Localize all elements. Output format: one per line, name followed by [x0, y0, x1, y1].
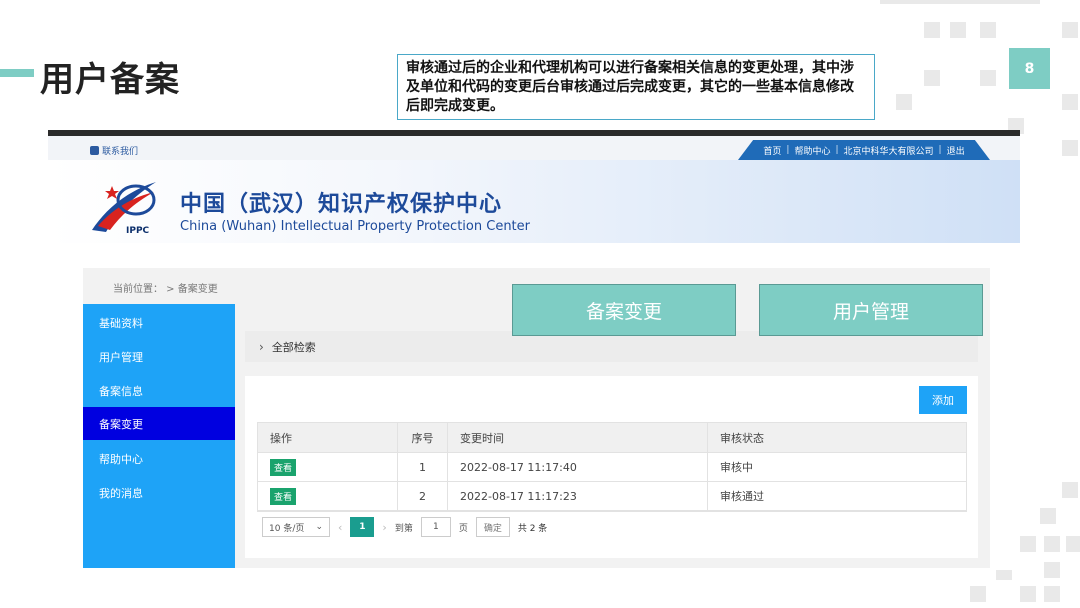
chevron-down-icon: ⌄	[315, 522, 323, 532]
decor-strip	[880, 0, 1040, 4]
sidebar-item-label: 基础资料	[99, 316, 143, 330]
decor-square	[1040, 508, 1056, 524]
sidebar-item-label: 用户管理	[99, 350, 143, 364]
status-cell: 审核通过	[720, 490, 764, 503]
decor-square	[1020, 536, 1036, 552]
note-box: 审核通过后的企业和代理机构可以进行备案相关信息的变更处理，其中涉及单位和代码的变…	[397, 54, 875, 120]
decor-square	[1044, 562, 1060, 578]
time-cell: 2022-08-17 11:17:23	[448, 482, 708, 510]
view-button[interactable]: 查看	[270, 458, 297, 476]
action-cell: 查看	[258, 453, 398, 481]
nav-link-logout[interactable]: 退出	[947, 144, 965, 157]
decor-square	[950, 22, 966, 38]
decor-square	[1020, 586, 1036, 602]
sidebar-item-filing-info[interactable]: 备案信息	[83, 374, 235, 407]
sidebar-item-my-messages[interactable]: 我的消息	[83, 476, 235, 509]
nav-separator: |	[835, 145, 839, 155]
logo-text: IPPC	[126, 226, 150, 236]
contact-link[interactable]: 联系我们	[90, 144, 138, 157]
breadcrumb: 当前位置： > 备案变更	[113, 284, 218, 295]
sidebar-item-help-center[interactable]: 帮助中心	[83, 442, 235, 475]
change-table: 操作 序号 变更时间 审核状态 查看 1 2022-08-17 11:17:40…	[257, 422, 967, 512]
sidebar-item-filing-change[interactable]: 备案变更	[83, 407, 235, 440]
site-title-en: China (Wuhan) Intellectual Property Prot…	[180, 219, 530, 234]
header-change-time: 变更时间	[448, 423, 708, 452]
decor-square	[1062, 482, 1078, 498]
phone-icon	[90, 146, 99, 155]
decor-square	[1044, 536, 1060, 552]
decor-square	[896, 94, 912, 110]
decor-square	[980, 70, 996, 86]
sidebar-item-label: 备案变更	[99, 417, 143, 431]
sidebar-item-basic-info[interactable]: 基础资料	[83, 306, 235, 339]
time-cell: 2022-08-17 11:17:40	[448, 453, 708, 481]
current-page-button[interactable]: 1	[350, 517, 375, 537]
view-button[interactable]: 查看	[270, 487, 297, 505]
sidebar-item-label: 我的消息	[99, 486, 143, 500]
sidebar-item-label: 备案信息	[99, 384, 143, 398]
slide-title: 用户备案	[40, 60, 180, 100]
contact-label: 联系我们	[102, 147, 139, 157]
header-index: 序号	[398, 423, 448, 452]
page-number: 8	[1009, 48, 1050, 89]
title-accent-bar	[0, 69, 34, 77]
header-action: 操作	[258, 423, 398, 452]
chevron-right-icon: ›	[259, 339, 264, 354]
header-review-status: 审核状态	[720, 431, 764, 445]
nav-separator: |	[938, 145, 942, 155]
decor-square	[924, 70, 940, 86]
prev-page-icon[interactable]: ‹	[338, 521, 342, 534]
table-row: 查看 1 2022-08-17 11:17:40 审核中	[258, 453, 966, 482]
table-header-row: 操作 序号 变更时间 审核状态	[258, 423, 966, 453]
header-nav-links: 首页 | 帮助中心 | 北京中科华大有限公司 | 退出	[738, 140, 990, 160]
sidebar-item-user-management[interactable]: 用户管理	[83, 340, 235, 373]
callout-user-management: 用户管理	[759, 284, 983, 336]
table-row: 查看 2 2022-08-17 11:17:23 审核通过	[258, 482, 966, 511]
decor-square	[980, 22, 996, 38]
callout-filing-change: 备案变更	[512, 284, 736, 336]
ippc-logo-icon	[92, 182, 156, 232]
decor-square	[996, 570, 1012, 580]
page-size-select[interactable]: 10 条/页 ⌄	[262, 517, 330, 537]
page-size-value: 10 条/页	[269, 523, 305, 534]
goto-confirm-button[interactable]: 确定	[475, 517, 510, 537]
goto-label: 到第	[394, 523, 413, 534]
decor-square	[1066, 536, 1080, 552]
decor-square	[1062, 140, 1078, 156]
decor-square	[1044, 586, 1060, 602]
nav-link-home[interactable]: 首页	[763, 144, 781, 157]
next-page-icon[interactable]: ›	[382, 521, 386, 534]
decor-square	[1062, 22, 1078, 38]
total-count: 共 2 条	[517, 523, 548, 534]
slide: 用户备案 审核通过后的企业和代理机构可以进行备案相关信息的变更处理，其中涉及单位…	[0, 0, 1080, 608]
decor-square	[1062, 94, 1078, 110]
nav-separator: |	[786, 145, 790, 155]
add-button[interactable]: 添加	[919, 386, 967, 414]
nav-link-company[interactable]: 北京中科华大有限公司	[844, 144, 934, 157]
nav-link-help[interactable]: 帮助中心	[794, 144, 830, 157]
page-unit-label: 页	[458, 523, 468, 534]
goto-page-input[interactable]: 1	[420, 517, 451, 537]
sidebar-item-label: 帮助中心	[99, 452, 143, 466]
search-label: 全部检索	[271, 340, 316, 354]
status-cell: 审核中	[720, 461, 753, 474]
site-title-cn: 中国（武汉）知识产权保护中心	[180, 192, 503, 217]
decor-square	[970, 586, 986, 602]
index-cell: 1	[398, 453, 448, 481]
sidebar: 基础资料 用户管理 备案信息 备案变更 帮助中心 我的消息	[83, 304, 235, 568]
pagination: 10 条/页 ⌄ ‹ 1 › 到第 1 页 确定 共 2 条	[257, 512, 967, 542]
decor-square	[924, 22, 940, 38]
action-cell: 查看	[258, 482, 398, 510]
index-cell: 2	[398, 482, 448, 510]
